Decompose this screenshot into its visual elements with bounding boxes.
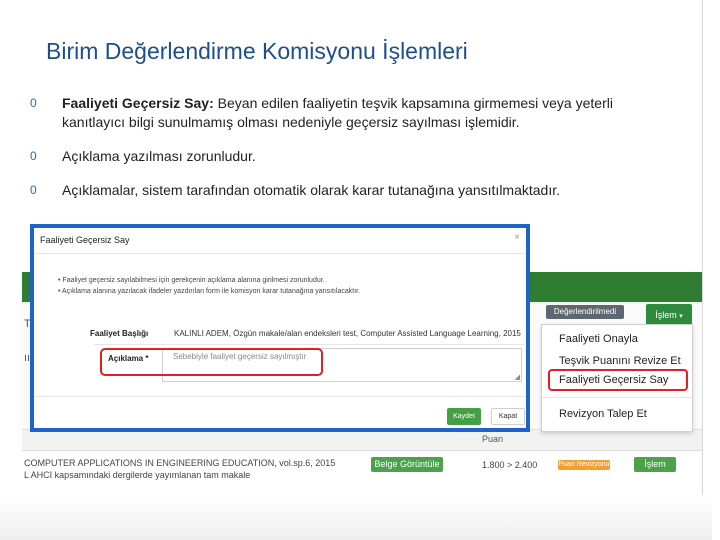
bullet-text-line1: Beyan edilen faaliyetin teşvik kapsamına… <box>213 95 613 111</box>
bullet-text-line2: kanıtlayıcı bilgi sunulmamış olması nede… <box>62 114 520 130</box>
close-icon[interactable]: × <box>514 232 520 243</box>
highlight-box-menu-item <box>548 369 688 391</box>
row-subtitle: L AHCI kapsamındaki dergilerde yayımlana… <box>24 470 251 480</box>
menu-item-faaliyeti-onayla[interactable]: Faaliyeti Onayla <box>559 333 638 345</box>
row-islem-button[interactable]: İşlem <box>634 457 676 472</box>
info-line: • Faaliyet geçersiz sayılabilmesi için g… <box>58 277 325 284</box>
menu-divider <box>542 397 692 398</box>
faaliyet-basligi-value: KALINLI ADEM, Özgün makale/alan endeksle… <box>174 329 521 338</box>
bullet-bold-term: Faaliyeti Geçersiz Say: <box>62 95 214 111</box>
close-button[interactable]: Kapat <box>491 408 525 425</box>
slide-bottom-shadow <box>0 495 712 540</box>
field-divider <box>94 344 524 345</box>
bullet-text: Faaliyeti Geçersiz Say: Beyan edilen faa… <box>62 94 613 132</box>
bullet-marker: 0 <box>30 96 37 110</box>
bullet-text: Açıklamalar, sistem tarafından otomatik … <box>62 182 561 198</box>
puan-revizyon-badge: Puan Revizyonu <box>558 460 610 470</box>
highlight-box-aciklama <box>100 348 323 376</box>
modal-footer-divider <box>34 396 526 397</box>
view-document-button[interactable]: Belge Görüntüle <box>371 457 443 472</box>
menu-item-revizyon-talep-et[interactable]: Revizyon Talep Et <box>559 408 647 420</box>
faaliyet-basligi-label: Faaliyet Başlığı <box>90 329 149 338</box>
bullet-text: Açıklama yazılması zorunludur. <box>62 148 256 164</box>
gecersiz-say-modal: Faaliyeti Geçersiz Say × • Faaliyet geçe… <box>30 224 530 432</box>
resize-handle-icon[interactable]: ◢ <box>515 373 520 381</box>
score-change-text: 1.800 > 2.400 <box>482 460 538 470</box>
info-line: • Açıklama alanına yazılacak ifadeler ya… <box>58 288 361 295</box>
menu-item-tesvik-puani-revize-et[interactable]: Teşvik Puanını Revize Et <box>559 355 681 367</box>
status-badge: Değerlendirilmedi <box>546 305 624 319</box>
caret-down-icon: ▾ <box>679 313 683 320</box>
slide-title: Birim Değerlendirme Komisyonu İşlemleri <box>46 38 468 64</box>
save-button[interactable]: Kaydet <box>447 408 481 425</box>
modal-info-notes: • Faaliyet geçersiz sayılabilmesi için g… <box>58 270 520 300</box>
islem-dropdown-button[interactable]: İşlem ▾ <box>646 304 692 326</box>
bullet-marker: 0 <box>30 149 37 163</box>
row-title: COMPUTER APPLICATIONS IN ENGINEERING EDU… <box>24 458 336 468</box>
bullet-marker: 0 <box>30 183 37 197</box>
modal-title: Faaliyeti Geçersiz Say <box>40 235 130 245</box>
islem-button-label: İşlem <box>655 310 677 320</box>
modal-divider <box>34 253 526 254</box>
puan-column-label: Puan <box>482 434 504 444</box>
